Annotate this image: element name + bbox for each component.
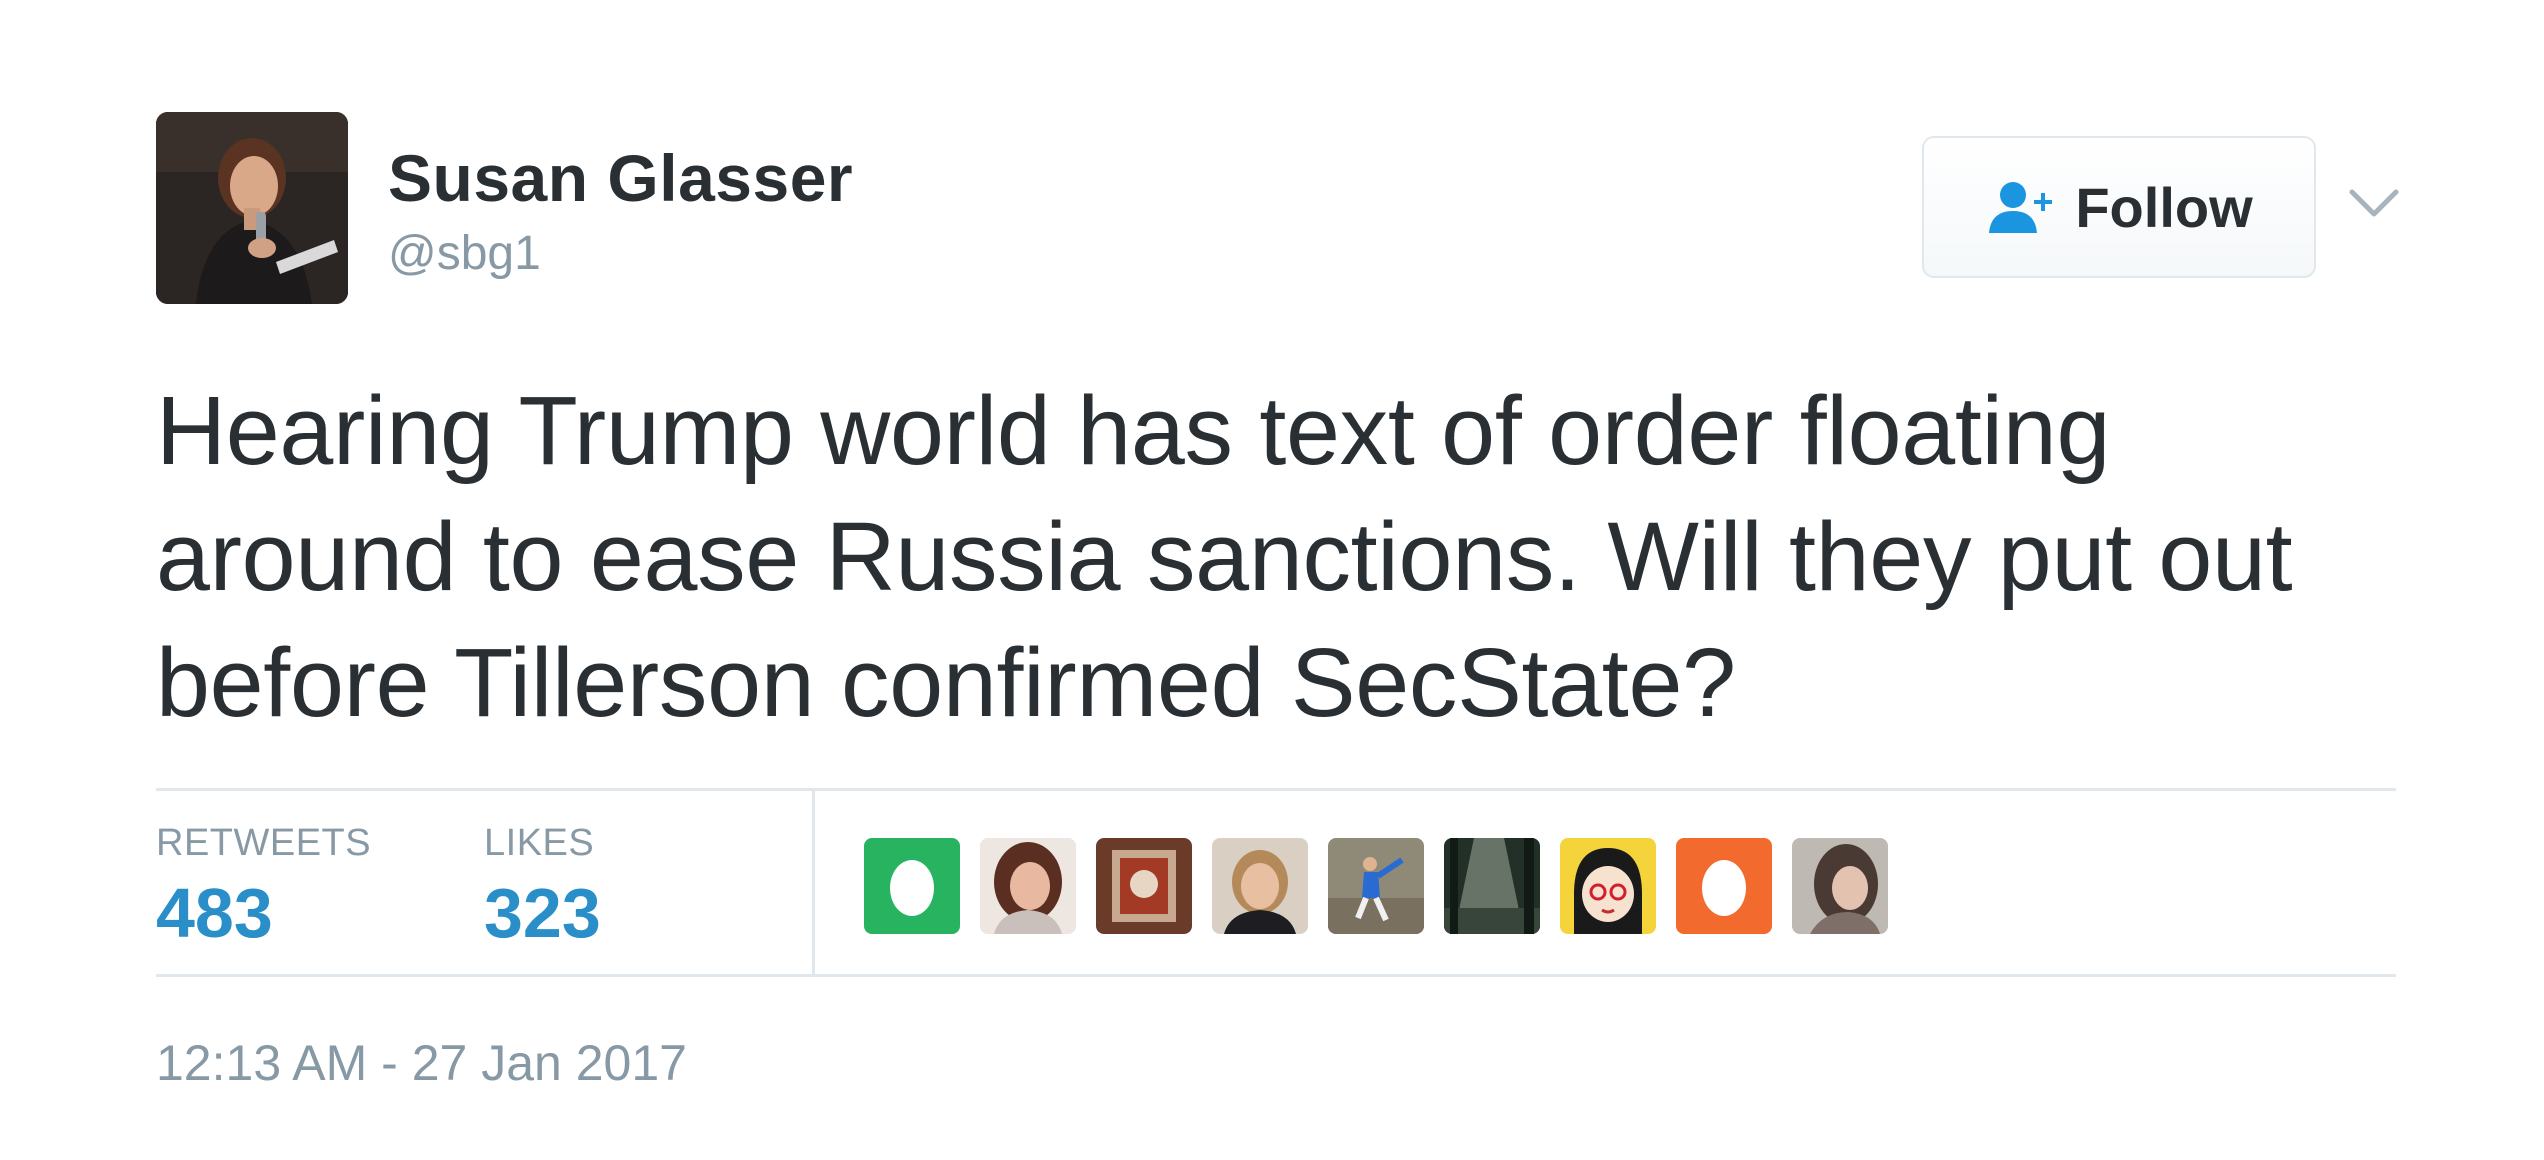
- likes-label: LIKES: [484, 822, 595, 864]
- tweet-text: Hearing Trump world has text of order fl…: [156, 376, 2293, 737]
- liker-avatar[interactable]: [1096, 838, 1192, 934]
- likers-avatar-list: [864, 838, 1908, 934]
- stats-divider-top: [156, 788, 2396, 791]
- tweet-card: Susan Glasser @sbg1 Follow Hearing Trump…: [156, 110, 2399, 1130]
- avatar-photo: [156, 112, 348, 304]
- likes-stat[interactable]: LIKES 323: [484, 822, 601, 953]
- follow-user-icon: [1985, 179, 2059, 235]
- stats-vertical-divider: [812, 791, 815, 974]
- user-avatar[interactable]: [156, 112, 348, 304]
- retweets-label: RETWEETS: [156, 822, 372, 864]
- follow-button[interactable]: Follow: [1922, 136, 2316, 278]
- liker-avatar[interactable]: [1328, 838, 1424, 934]
- liker-avatar[interactable]: [980, 838, 1076, 934]
- retweets-stat[interactable]: RETWEETS 483: [156, 822, 371, 953]
- liker-avatar-egg-green[interactable]: [864, 838, 960, 934]
- liker-avatar-egg-orange[interactable]: [1676, 838, 1772, 934]
- user-display-name[interactable]: Susan Glasser: [388, 140, 853, 216]
- liker-avatar[interactable]: [1212, 838, 1308, 934]
- stats-divider-bottom: [156, 974, 2396, 977]
- liker-avatar[interactable]: [1560, 838, 1656, 934]
- liker-avatar[interactable]: [1792, 838, 1888, 934]
- tweet-timestamp[interactable]: 12:13 AM - 27 Jan 2017: [156, 1034, 687, 1092]
- chevron-down-icon[interactable]: [2346, 182, 2402, 226]
- likes-count: 323: [484, 874, 601, 952]
- follow-button-label: Follow: [2075, 175, 2253, 239]
- retweets-count: 483: [156, 874, 273, 952]
- liker-avatar[interactable]: [1444, 838, 1540, 934]
- user-handle[interactable]: @sbg1: [388, 226, 541, 281]
